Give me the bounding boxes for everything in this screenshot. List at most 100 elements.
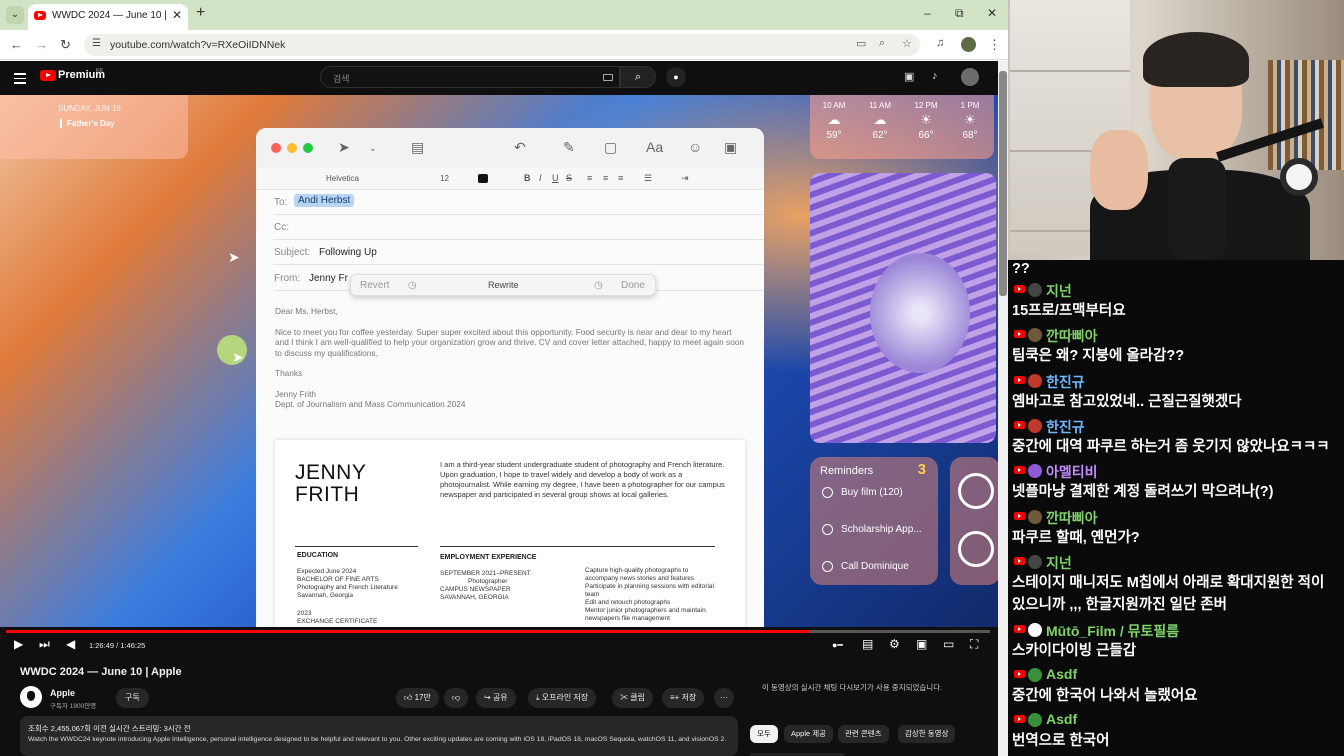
keyboard-icon[interactable] (603, 74, 613, 81)
window-close-icon[interactable]: ✕ (987, 6, 997, 20)
chat-nickname: Asdf (1046, 711, 1078, 727)
profile-avatar[interactable] (961, 37, 976, 52)
from-label: From: (274, 273, 301, 284)
site-info-icon[interactable]: ☰ (92, 38, 101, 49)
weather-temp: 68° (962, 130, 978, 141)
chat-nickname: Asdf (1046, 666, 1078, 682)
zoom-icon[interactable]: ⌕ (879, 37, 885, 50)
back-icon[interactable]: ← (10, 37, 23, 52)
chat-nickname: 지넌 (1046, 283, 1072, 299)
autoplay-toggle-icon[interactable]: ●━ (832, 640, 843, 651)
dislike-button[interactable]: 👎︎ (444, 688, 469, 708)
chat-message: Asdf 번역으로 한국어 (1012, 710, 1342, 752)
play-icon[interactable]: ▶ (14, 637, 23, 651)
like-button[interactable]: 👍︎ 17만 (396, 688, 439, 708)
resume-first-name: JENNY (295, 461, 367, 484)
forward-icon[interactable]: → (35, 37, 48, 52)
clip-button[interactable]: ✂ 클립 (612, 688, 653, 708)
sun-icon: ☀ (920, 112, 932, 127)
sign-name: Jenny Frith (275, 388, 317, 399)
youtube-logo-icon[interactable] (40, 70, 56, 81)
browser-menu-icon[interactable]: ⋮ (988, 37, 1001, 53)
more-actions-button[interactable]: ··· (714, 688, 734, 708)
new-tab-icon[interactable]: + (196, 4, 205, 22)
minimize-icon[interactable]: – (924, 6, 931, 20)
description-box[interactable]: 조회수 2,455,067회 이전 실시간 스트리밍: 3시간 전 Watch … (20, 716, 738, 756)
seek-bar[interactable] (6, 630, 990, 633)
settings-gear-icon[interactable]: ⚙ (889, 637, 900, 651)
subscribe-button[interactable]: 구독 (116, 688, 149, 708)
subtitles-icon[interactable]: ▤ (862, 637, 873, 651)
search-input[interactable]: 검색 (320, 66, 620, 88)
notification-bell-icon[interactable]: ♪ (932, 70, 938, 82)
restore-icon[interactable]: ⧉ (955, 6, 964, 21)
divider (440, 546, 715, 547)
url-text[interactable]: youtube.com/watch?v=RXeOiIDNNek (110, 39, 285, 51)
reminder-label: Buy film (120) (841, 487, 903, 499)
create-icon[interactable]: ▣ (904, 70, 914, 83)
resume-line: BACHELOR OF FINE ARTS (297, 576, 379, 583)
chat-avatar (1028, 713, 1042, 727)
download-button[interactable]: ⤓ 오프라인 저장 (528, 688, 597, 708)
microphone (1168, 158, 1226, 260)
checkbox-circle-icon (822, 561, 833, 572)
clip-label: 클립 (630, 693, 645, 702)
chat-header: 한진규 (1012, 416, 1342, 436)
install-icon[interactable]: ▭ (856, 37, 866, 50)
chat-header: 깐따삐아 (1012, 507, 1342, 527)
account-avatar[interactable] (961, 68, 979, 86)
mic-icon[interactable]: ● (666, 67, 686, 87)
view-stats: 조회수 2,455,067회 이전 실시간 스트리밍: 3시간 전 (28, 724, 191, 733)
omnibox[interactable]: ☰ youtube.com/watch?v=RXeOiIDNNek ▭ ⌕ ☆ (84, 34, 920, 56)
channel-name[interactable]: Apple (50, 688, 75, 698)
minimize-dot-icon (287, 143, 297, 153)
reminders-widget: Reminders 3 Buy film (120) Scholarship A… (810, 457, 938, 585)
bold-icon: B (524, 173, 531, 183)
tab-close-icon[interactable]: ✕ (172, 8, 182, 22)
theater-mode-icon[interactable]: ▭ (943, 637, 954, 651)
align-right-icon: ≡ (618, 173, 624, 183)
browser-tab[interactable]: WWDC 2024 — June 10 | ✕ (28, 4, 188, 30)
miniplayer-icon[interactable]: ▣ (916, 637, 927, 651)
zoom-dot-icon (303, 143, 313, 153)
list-icon: ☰ (644, 173, 653, 183)
chat-message: 한진규 중간에 대역 파쿠르 하는거 좀 웃기지 않았나요ㅋㅋㅋ (1012, 416, 1342, 458)
next-icon[interactable]: ⏭ (39, 637, 50, 652)
menu-icon[interactable] (14, 70, 26, 87)
volume-icon[interactable]: ◀ (66, 637, 75, 651)
share-button[interactable]: ↪ 공유 (476, 688, 516, 708)
streamer-hair (1143, 32, 1249, 87)
reload-icon[interactable]: ↻ (60, 37, 71, 53)
mail-compose-window: ➤ ⌄ ▤ ↶ ✎ ▢ Aa ☺ ▣ Helvetica 12 B I U S … (256, 128, 764, 627)
filter-chip-watched[interactable]: 감상한 동영상 (898, 725, 956, 743)
chat-message: ?? (1012, 260, 1342, 280)
resume-line: Photographer (468, 578, 508, 585)
bookmark-star-icon[interactable]: ☆ (902, 37, 912, 50)
resume-line: Expected June 2024 (297, 568, 357, 575)
filter-chip-related[interactable]: 관련 콘텐츠 (838, 725, 889, 743)
chat-text: 스테이지 매니저도 M칩에서 아래로 확대지원한 적이 (1012, 575, 1325, 591)
media-control-icon[interactable]: ♫ (936, 37, 944, 49)
italic-icon: I (539, 173, 542, 183)
sun-icon: ☀ (964, 112, 976, 127)
color-swatch (478, 174, 488, 183)
filter-chip-apple[interactable]: Apple 제공 (784, 725, 834, 743)
chat-text: 번역으로 한국어 (1012, 733, 1110, 749)
subject-row: Subject: Following Up (274, 240, 764, 265)
weather-hour: 12 PM ☀ 66° (906, 101, 946, 141)
underline-icon: U (552, 173, 559, 183)
to-label: To: (274, 197, 288, 208)
chat-text: 파쿠르 할때, 옌먼가? (1012, 530, 1140, 546)
save-button[interactable]: ≡+ 저장 (662, 688, 705, 708)
filter-chip-all[interactable]: 모두 (750, 725, 778, 743)
chat-text: 옘바고로 참고있었네.. 근질근질햇겠다 (1012, 394, 1242, 410)
fullscreen-icon[interactable]: ⛶ (970, 637, 978, 652)
video-title: WWDC 2024 — June 10 | Apple (20, 666, 182, 678)
studio-light (1280, 158, 1318, 196)
search-icon[interactable]: ⌕ (620, 66, 656, 88)
video-player[interactable]: SUNDAY, JUN 16 Father's Day 10 AM ☁ 59° … (0, 95, 998, 627)
scroll-thumb[interactable] (999, 71, 1007, 296)
tab-search-icon[interactable]: ⌄ (6, 6, 24, 24)
apple-logo-icon[interactable] (20, 686, 42, 708)
weather-temp: 66° (918, 130, 934, 141)
